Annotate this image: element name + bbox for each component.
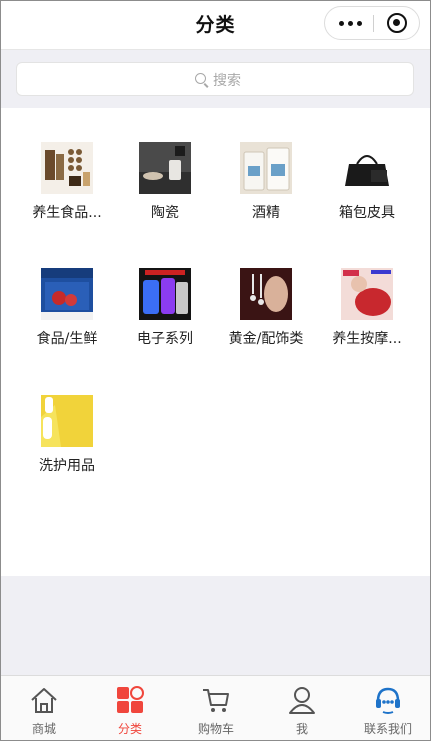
tab-me[interactable]: 我 [259,676,345,740]
category-thumbnail-toiletries [41,395,93,447]
category-label: 养生食品... [32,205,102,221]
service-icon [373,685,403,715]
user-icon [287,685,317,715]
category-label: 食品/生鲜 [36,331,98,347]
category-thumbnail-bags [341,142,393,194]
category-label: 洗护用品 [39,458,95,474]
search-placeholder: 搜索 [213,73,241,89]
category-thumbnail-electronics [139,268,191,320]
category-label: 酒精 [252,205,280,221]
tab-cart[interactable]: 购物车 [173,676,259,740]
category-thumbnail-fresh-food [41,268,93,320]
category-item[interactable]: 黄金/配饰类 [213,268,319,368]
category-grid: 养生食品... 陶瓷 酒精 箱包皮具 食品/生鲜 电子系列 黄金/配饰类 养生按… [1,108,430,576]
category-item[interactable]: 箱包皮具 [314,142,420,242]
cart-icon [201,685,231,715]
category-thumbnail-alcohol [240,142,292,194]
close-miniprogram-icon[interactable] [387,13,407,33]
tab-label: 商城 [31,722,56,736]
more-icon[interactable] [339,16,365,30]
category-label: 电子系列 [137,331,193,347]
category-item[interactable]: 电子系列 [112,268,218,368]
capsule-divider [373,15,374,32]
nav-bar: 分类 [1,1,430,50]
app-frame: 分类 搜索 养生食品... 陶瓷 酒精 箱包皮具 食品/生鲜 电子系列 黄金/配… [0,0,431,741]
home-icon [29,685,59,715]
tab-label: 分类 [117,722,142,736]
category-icon [115,685,145,715]
tab-label: 我 [295,722,308,736]
tab-category[interactable]: 分类 [87,676,173,740]
tab-home[interactable]: 商城 [1,676,87,740]
tab-label: 联系我们 [363,722,412,736]
category-thumbnail-health-food [41,142,93,194]
search-input[interactable]: 搜索 [16,62,414,96]
category-item[interactable]: 酒精 [213,142,319,242]
category-thumbnail-jewelry [240,268,292,320]
category-label: 黄金/配饰类 [228,331,304,347]
search-icon [195,73,206,84]
category-item[interactable]: 养生按摩... [314,268,420,368]
category-thumbnail-ceramics [139,142,191,194]
category-item[interactable]: 养生食品... [14,142,120,242]
menu-capsule [324,6,420,40]
category-item[interactable]: 食品/生鲜 [14,268,120,368]
tab-label: 购物车 [197,722,234,736]
category-label: 箱包皮具 [339,205,395,221]
category-label: 养生按摩... [332,331,402,347]
category-thumbnail-massage [341,268,393,320]
search-area: 搜索 [1,50,430,108]
category-label: 陶瓷 [151,205,179,221]
tab-contact[interactable]: 联系我们 [345,676,430,740]
category-item[interactable]: 洗护用品 [14,395,120,495]
tab-bar: 商城 分类 购物车 我 联系我们 [1,675,430,740]
category-item[interactable]: 陶瓷 [112,142,218,242]
